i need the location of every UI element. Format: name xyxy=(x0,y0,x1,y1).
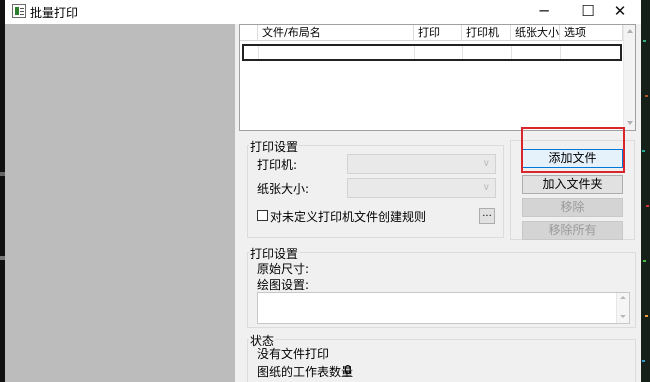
column-header-printer[interactable]: 打印机 xyxy=(462,25,511,41)
textarea-scrollbar[interactable] xyxy=(616,293,629,323)
close-button[interactable]: ✕ xyxy=(598,0,642,24)
table-cell-divider xyxy=(511,46,512,59)
table-row[interactable] xyxy=(242,44,622,61)
status-message: 没有文件打印 xyxy=(257,347,330,361)
table-cell-divider xyxy=(462,46,463,59)
preview-pane xyxy=(5,24,235,382)
highlight-annotation xyxy=(521,127,625,173)
scroll-down-icon[interactable] xyxy=(620,315,626,318)
column-header-blank xyxy=(240,25,258,41)
original-size-label: 原始尺寸: xyxy=(257,262,310,276)
print-settings-title: 打印设置 xyxy=(249,138,300,155)
chevron-down-icon: ∨ xyxy=(482,182,490,193)
table-cell-divider xyxy=(560,46,561,59)
column-header-paper-size[interactable]: 纸张大小 xyxy=(511,25,560,41)
table-scrollbar[interactable] xyxy=(623,25,635,130)
remove-all-button[interactable]: 移除所有 xyxy=(522,221,623,240)
paper-size-label: 纸张大小: xyxy=(257,182,310,196)
table-cell-divider xyxy=(414,46,415,59)
paper-size-select[interactable]: ∨ xyxy=(347,178,496,198)
column-header-file[interactable]: 文件/布局名 xyxy=(258,25,414,41)
scroll-up-icon[interactable] xyxy=(620,296,626,299)
plot-settings-label: 绘图设置: xyxy=(257,278,310,292)
remove-button[interactable]: 移除 xyxy=(522,198,623,217)
file-table[interactable]: 文件/布局名 打印 打印机 纸张大小 选项 xyxy=(239,24,636,131)
printer-label: 打印机: xyxy=(257,158,298,172)
create-rule-checkbox[interactable] xyxy=(257,210,268,221)
chevron-down-icon: ∨ xyxy=(482,158,490,169)
sheet-count-value: 0 xyxy=(344,363,352,377)
create-rule-label: 对未定义打印机文件创建规则 xyxy=(270,210,427,224)
window-title: 批量打印 xyxy=(30,6,79,20)
background-window-edge-right xyxy=(641,0,650,382)
add-folder-button[interactable]: 加入文件夹 xyxy=(522,175,623,194)
minimize-button[interactable]: ─ xyxy=(522,0,566,24)
column-header-print[interactable]: 打印 xyxy=(414,25,462,41)
table-cell-divider xyxy=(258,46,259,59)
more-options-button[interactable]: ... xyxy=(479,208,495,224)
plot-settings-textarea[interactable] xyxy=(257,292,630,324)
scroll-up-icon[interactable] xyxy=(627,29,633,33)
app-icon xyxy=(12,4,26,18)
scroll-down-icon[interactable] xyxy=(627,121,633,125)
printer-select[interactable]: ∨ xyxy=(347,154,496,174)
column-header-options[interactable]: 选项 xyxy=(560,25,623,41)
sheet-count-label: 图纸的工作表数量 xyxy=(257,365,354,379)
